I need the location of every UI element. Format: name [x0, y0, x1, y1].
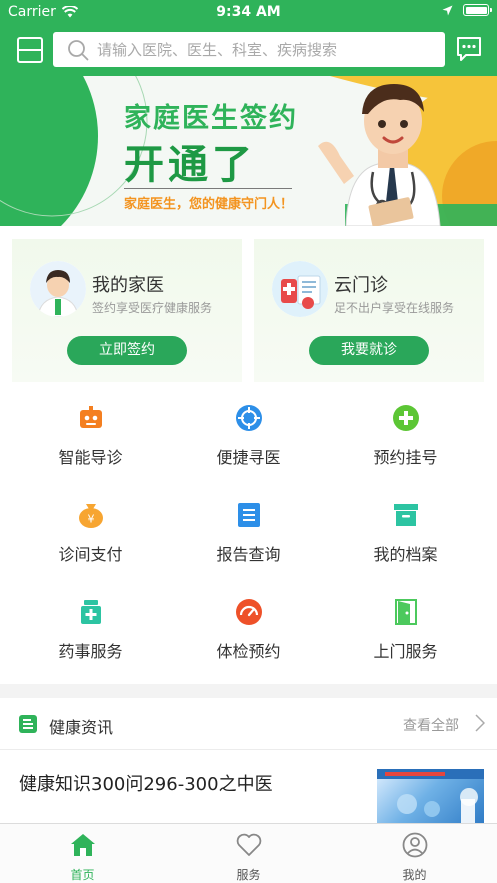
- chevron-right-icon[interactable]: [475, 714, 485, 732]
- service-label: 预约挂号: [373, 448, 438, 467]
- home-icon: [70, 834, 95, 856]
- status-time: 9:34 AM: [216, 4, 281, 20]
- user-icon: [402, 832, 427, 858]
- tab-label: 我的: [402, 868, 427, 882]
- news-thumbnail-image: [377, 769, 484, 823]
- service-item-checkup[interactable]: 体检预约: [166, 586, 331, 683]
- health-news-header: 健康资讯 查看全部: [0, 698, 497, 750]
- promo-banner[interactable]: 家庭医生签约 开通了 家庭医生，您的健康守门人！: [0, 76, 497, 226]
- tab-profile[interactable]: 我的: [332, 824, 497, 883]
- family-doctor-card[interactable]: 我的家医 签约享受医疗健康服务 立即签约: [12, 239, 242, 382]
- news-thumbnail: [377, 769, 484, 823]
- view-all-link[interactable]: 查看全部: [403, 715, 459, 735]
- family-doctor-subtitle: 签约享受医疗健康服务: [92, 301, 213, 315]
- service-label: 智能导诊: [58, 448, 123, 467]
- service-item-appointment[interactable]: 预约挂号: [323, 392, 488, 489]
- tab-services[interactable]: 服务: [166, 824, 331, 883]
- service-label: 诊间支付: [58, 545, 123, 564]
- banner-subtitle: 家庭医生，您的健康守门人！: [124, 197, 294, 212]
- battery-icon: [463, 4, 492, 16]
- speedometer-icon: [235, 599, 262, 625]
- banner-title-line2: 开通了: [124, 142, 256, 188]
- pharmacy-icon: [80, 600, 101, 624]
- location-arrow-icon: [442, 5, 453, 15]
- services-grid: 智能导诊 便捷寻医 预约挂号 ¥ 诊间支付 报告查询 我的档案 药事服务 体检预…: [0, 392, 497, 684]
- banner-title-line1: 家庭医生签约: [124, 103, 298, 134]
- service-item-reports[interactable]: 报告查询: [166, 489, 331, 586]
- service-item-smart-guide[interactable]: 智能导诊: [8, 392, 173, 489]
- money-bag-icon: ¥: [78, 504, 103, 528]
- sign-up-button[interactable]: 立即签约: [67, 336, 187, 365]
- service-label: 体检预约: [216, 642, 281, 661]
- cloud-clinic-title: 云门诊: [334, 275, 388, 296]
- svg-text:¥: ¥: [87, 513, 94, 526]
- service-label: 报告查询: [216, 545, 281, 564]
- news-item-title: 健康知识300问296-300之中医: [19, 774, 273, 795]
- search-bar[interactable]: [53, 32, 445, 67]
- plus-circle-icon: [392, 405, 419, 431]
- report-icon: [237, 503, 260, 527]
- scan-icon[interactable]: [16, 36, 44, 64]
- cloud-clinic-card[interactable]: 云门诊 足不出户享受在线服务 我要就诊: [254, 239, 484, 382]
- section-divider: [0, 684, 497, 698]
- status-right-group: [442, 4, 492, 16]
- service-item-payment[interactable]: ¥ 诊间支付: [8, 489, 173, 586]
- medical-kit-icon: [272, 261, 328, 317]
- heart-icon: [236, 833, 261, 856]
- service-label: 上门服务: [373, 642, 438, 661]
- family-doctor-title: 我的家医: [92, 275, 164, 296]
- tab-home[interactable]: 首页: [0, 824, 165, 883]
- news-icon: [19, 715, 37, 733]
- tab-label: 服务: [236, 868, 261, 882]
- service-item-pharmacy[interactable]: 药事服务: [8, 586, 173, 683]
- service-label: 我的档案: [373, 545, 438, 564]
- service-label: 便捷寻医: [216, 448, 281, 467]
- doctor-avatar: [30, 261, 86, 317]
- cloud-clinic-image: [272, 261, 328, 317]
- consult-button[interactable]: 我要就诊: [309, 336, 429, 365]
- service-item-find-doctor[interactable]: 便捷寻医: [166, 392, 331, 489]
- tab-label: 首页: [70, 868, 95, 882]
- health-news-title: 健康资讯: [49, 718, 114, 737]
- search-input[interactable]: [97, 40, 427, 59]
- service-item-home-visit[interactable]: 上门服务: [323, 586, 488, 683]
- robot-icon: [79, 406, 102, 428]
- archive-icon: [393, 504, 418, 526]
- status-bar: Carrier 9:34 AM: [0, 0, 497, 26]
- banner-divider: [124, 188, 292, 189]
- bottom-tab-bar: 首页 服务 我的: [0, 823, 497, 883]
- message-icon[interactable]: [456, 36, 482, 62]
- service-label: 药事服务: [58, 642, 123, 661]
- news-list-item[interactable]: 健康知识300问296-300之中医: [0, 751, 497, 823]
- door-icon: [394, 599, 417, 625]
- service-item-records[interactable]: 我的档案: [323, 489, 488, 586]
- target-icon: [235, 405, 262, 431]
- top-header: [0, 26, 497, 76]
- search-icon: [68, 39, 89, 60]
- cloud-clinic-subtitle: 足不出户享受在线服务: [334, 301, 455, 315]
- doctor-avatar-icon: [30, 261, 86, 317]
- doctor-illustration: [318, 84, 441, 226]
